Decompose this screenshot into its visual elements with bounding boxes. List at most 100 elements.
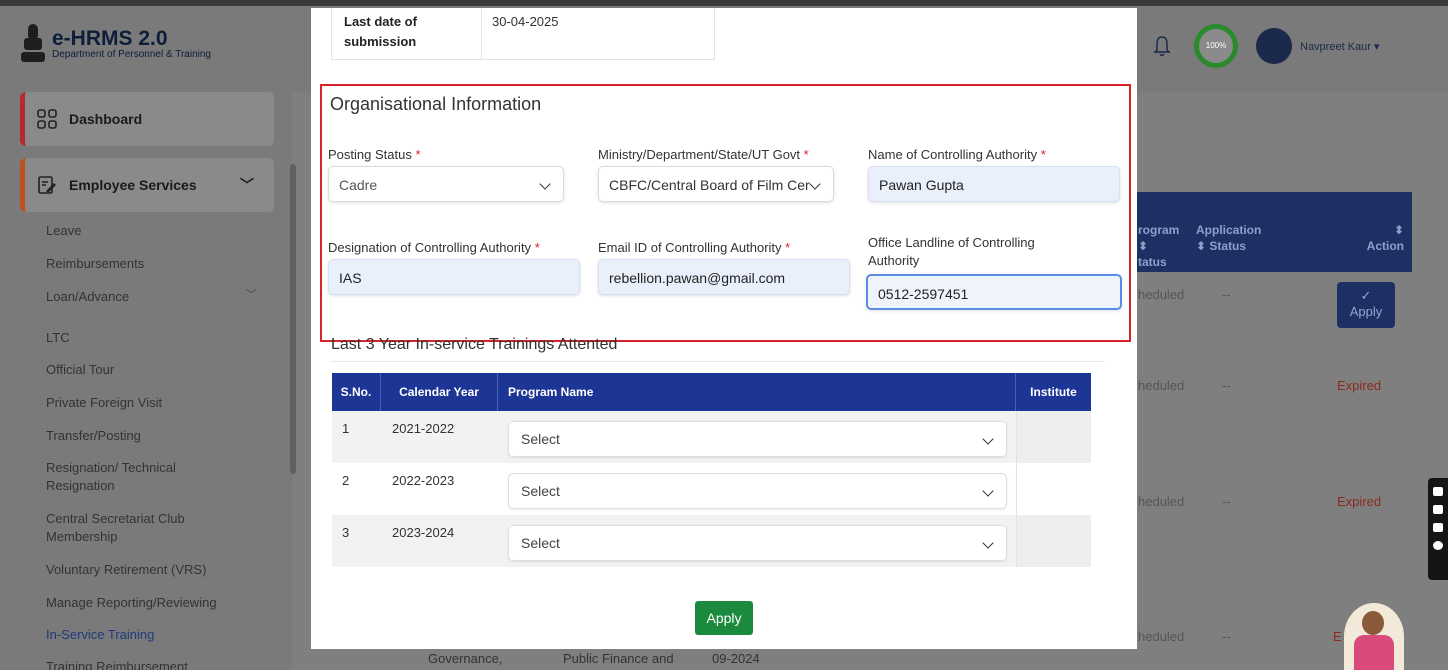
table-cell: -- [1222,494,1231,509]
bell-icon[interactable] [1152,34,1172,58]
profile-completion-ring: 100% [1194,24,1238,68]
field-label: Name of Controlling Authority * [868,147,1046,162]
table-header: ⬍ Action [1366,223,1404,253]
field-label: Posting Status * [328,147,421,162]
field-label: Designation of Controlling Authority * [328,240,540,255]
sidebar-item-club-membership[interactable]: Central Secretariat Club Membership [46,510,216,546]
status-badge: E [1333,629,1342,644]
sidebar: Dashboard Employee Services ﹀ Leave Reim… [0,92,296,670]
chevron-down-icon [982,537,994,549]
sidebar-item-in-service-training[interactable]: In-Service Training [46,626,246,644]
trainings-heading: Last 3 Year In-service Trainings Attente… [331,336,618,353]
table-cell: heduled [1138,378,1185,393]
field-label: Office Landline of Controlling Authority [868,235,1035,268]
last-date-value: 30-04-2025 [492,14,559,29]
sidebar-item-resignation[interactable]: Resignation/ Technical Resignation [46,459,216,495]
email-input[interactable]: rebellion.pawan@gmail.com [598,259,850,295]
program-name-select[interactable]: Select [508,525,1007,561]
chevron-down-icon [982,485,994,497]
submission-info-table: Last date of submission 30-04-2025 [331,8,715,60]
gear-icon[interactable] [1433,541,1443,550]
table-header: Calendar Year [381,373,498,411]
ministry-select[interactable]: CBFC/Central Board of Film Cer [598,166,834,202]
row-year: 2021-2022 [392,421,455,436]
program-name-select[interactable]: Select [508,473,1007,509]
institute-cell [1016,411,1091,463]
user-menu[interactable]: Navpreet Kaur ▾ [1300,40,1380,53]
accessibility-toolbar[interactable] [1428,478,1448,580]
table-row: 3 2023-2024 Select [332,515,1091,567]
national-emblem-icon [20,24,46,64]
table-header: Program Name [498,373,1016,411]
designation-input[interactable]: IAS [328,259,580,295]
sidebar-item-label: Dashboard [69,111,143,127]
institute-cell [1016,515,1091,567]
sidebar-item-reimbursements[interactable]: Reimbursements [46,255,246,273]
sidebar-item-label: Employee Services [69,177,197,193]
background-table-header: rogram ⬍ tatus Application ⬍ Status ⬍ Ac… [1136,192,1412,272]
window-icon[interactable] [1433,523,1443,532]
sidebar-item-training-reimbursement[interactable]: Training Reimbursement [46,658,246,670]
sidebar-item-dashboard[interactable]: Dashboard [20,92,274,146]
institute-cell [1016,463,1091,515]
chevron-down-icon [809,178,821,190]
chevron-down-icon [539,178,551,190]
table-header: Application ⬍ Status [1196,223,1262,253]
table-cell: heduled [1138,494,1185,509]
field-label: Ministry/Department/State/UT Govt * [598,147,809,162]
virtual-assistant-avatar[interactable] [1344,603,1404,670]
table-cell: Governance, [428,651,503,666]
sidebar-item-leave[interactable]: Leave [46,222,246,240]
table-header: S.No. [332,373,381,411]
sidebar-item-transfer-posting[interactable]: Transfer/Posting [46,427,246,445]
camera-icon[interactable] [1433,487,1443,496]
row-year: 2023-2024 [392,525,455,540]
table-row: 1 2021-2022 Select [332,411,1091,463]
sidebar-scrollbar[interactable] [290,164,296,474]
sidebar-item-private-foreign-visit[interactable]: Private Foreign Visit [46,394,246,412]
sidebar-item-ltc[interactable]: LTC [46,329,246,347]
sidebar-item-reporting-reviewing[interactable]: Manage Reporting/Reviewing [46,594,246,612]
row-sno: 1 [342,421,350,436]
table-header-row: S.No. Calendar Year Program Name Institu… [332,373,1091,411]
table-cell: heduled [1138,629,1185,644]
controlling-authority-name-input[interactable]: Pawan Gupta [868,166,1120,202]
video-icon[interactable] [1433,505,1443,514]
table-cell: heduled [1138,287,1185,302]
app-title: e-HRMS 2.0 [52,26,168,50]
row-year: 2022-2023 [392,473,455,488]
edit-document-icon [38,176,56,194]
table-header: rogram ⬍ tatus [1138,223,1180,269]
apply-button[interactable]: Apply [695,601,753,635]
sidebar-item-employee-services[interactable]: Employee Services ﹀ [20,158,274,212]
row-sno: 3 [342,525,350,540]
section-title: Organisational Information [330,94,542,114]
sidebar-item-official-tour[interactable]: Official Tour [46,361,246,379]
chevron-down-icon [982,433,994,445]
landline-input[interactable]: 0512-2597451 [866,274,1122,310]
status-badge: Expired [1337,378,1382,393]
last-date-label: Last date of submission [344,14,417,49]
app-logo[interactable]: e-HRMS 2.0 Department of Personnel & Tra… [20,24,211,64]
table-cell: 09-2024 [712,651,760,666]
program-name-select[interactable]: Select [508,421,1007,457]
field-label: Email ID of Controlling Authority * [598,240,791,255]
app-subtitle: Department of Personnel & Training [52,48,211,60]
sidebar-item-vrs[interactable]: Voluntary Retirement (VRS) [46,561,246,579]
chevron-down-icon: ﹀ [246,289,257,301]
training-application-modal: Last date of submission 30-04-2025 Organ… [311,8,1137,649]
background-apply-button[interactable]: ✓ Apply [1337,282,1395,328]
sidebar-item-loan-advance[interactable]: Loan/Advance [46,288,246,306]
table-cell: -- [1222,378,1231,393]
status-badge: Expired [1337,494,1382,509]
organisational-information-section: Organisational Information Posting Statu… [320,84,1131,342]
avatar[interactable] [1256,28,1292,64]
table-cell: -- [1222,287,1231,302]
posting-status-select[interactable]: Cadre [328,166,564,202]
chevron-down-icon: ﹀ [240,177,254,193]
grid-icon [37,109,57,129]
row-sno: 2 [342,473,350,488]
table-header: Institute [1030,385,1077,399]
check-icon: ✓ [1360,288,1372,303]
table-cell: Public Finance and [563,651,674,666]
